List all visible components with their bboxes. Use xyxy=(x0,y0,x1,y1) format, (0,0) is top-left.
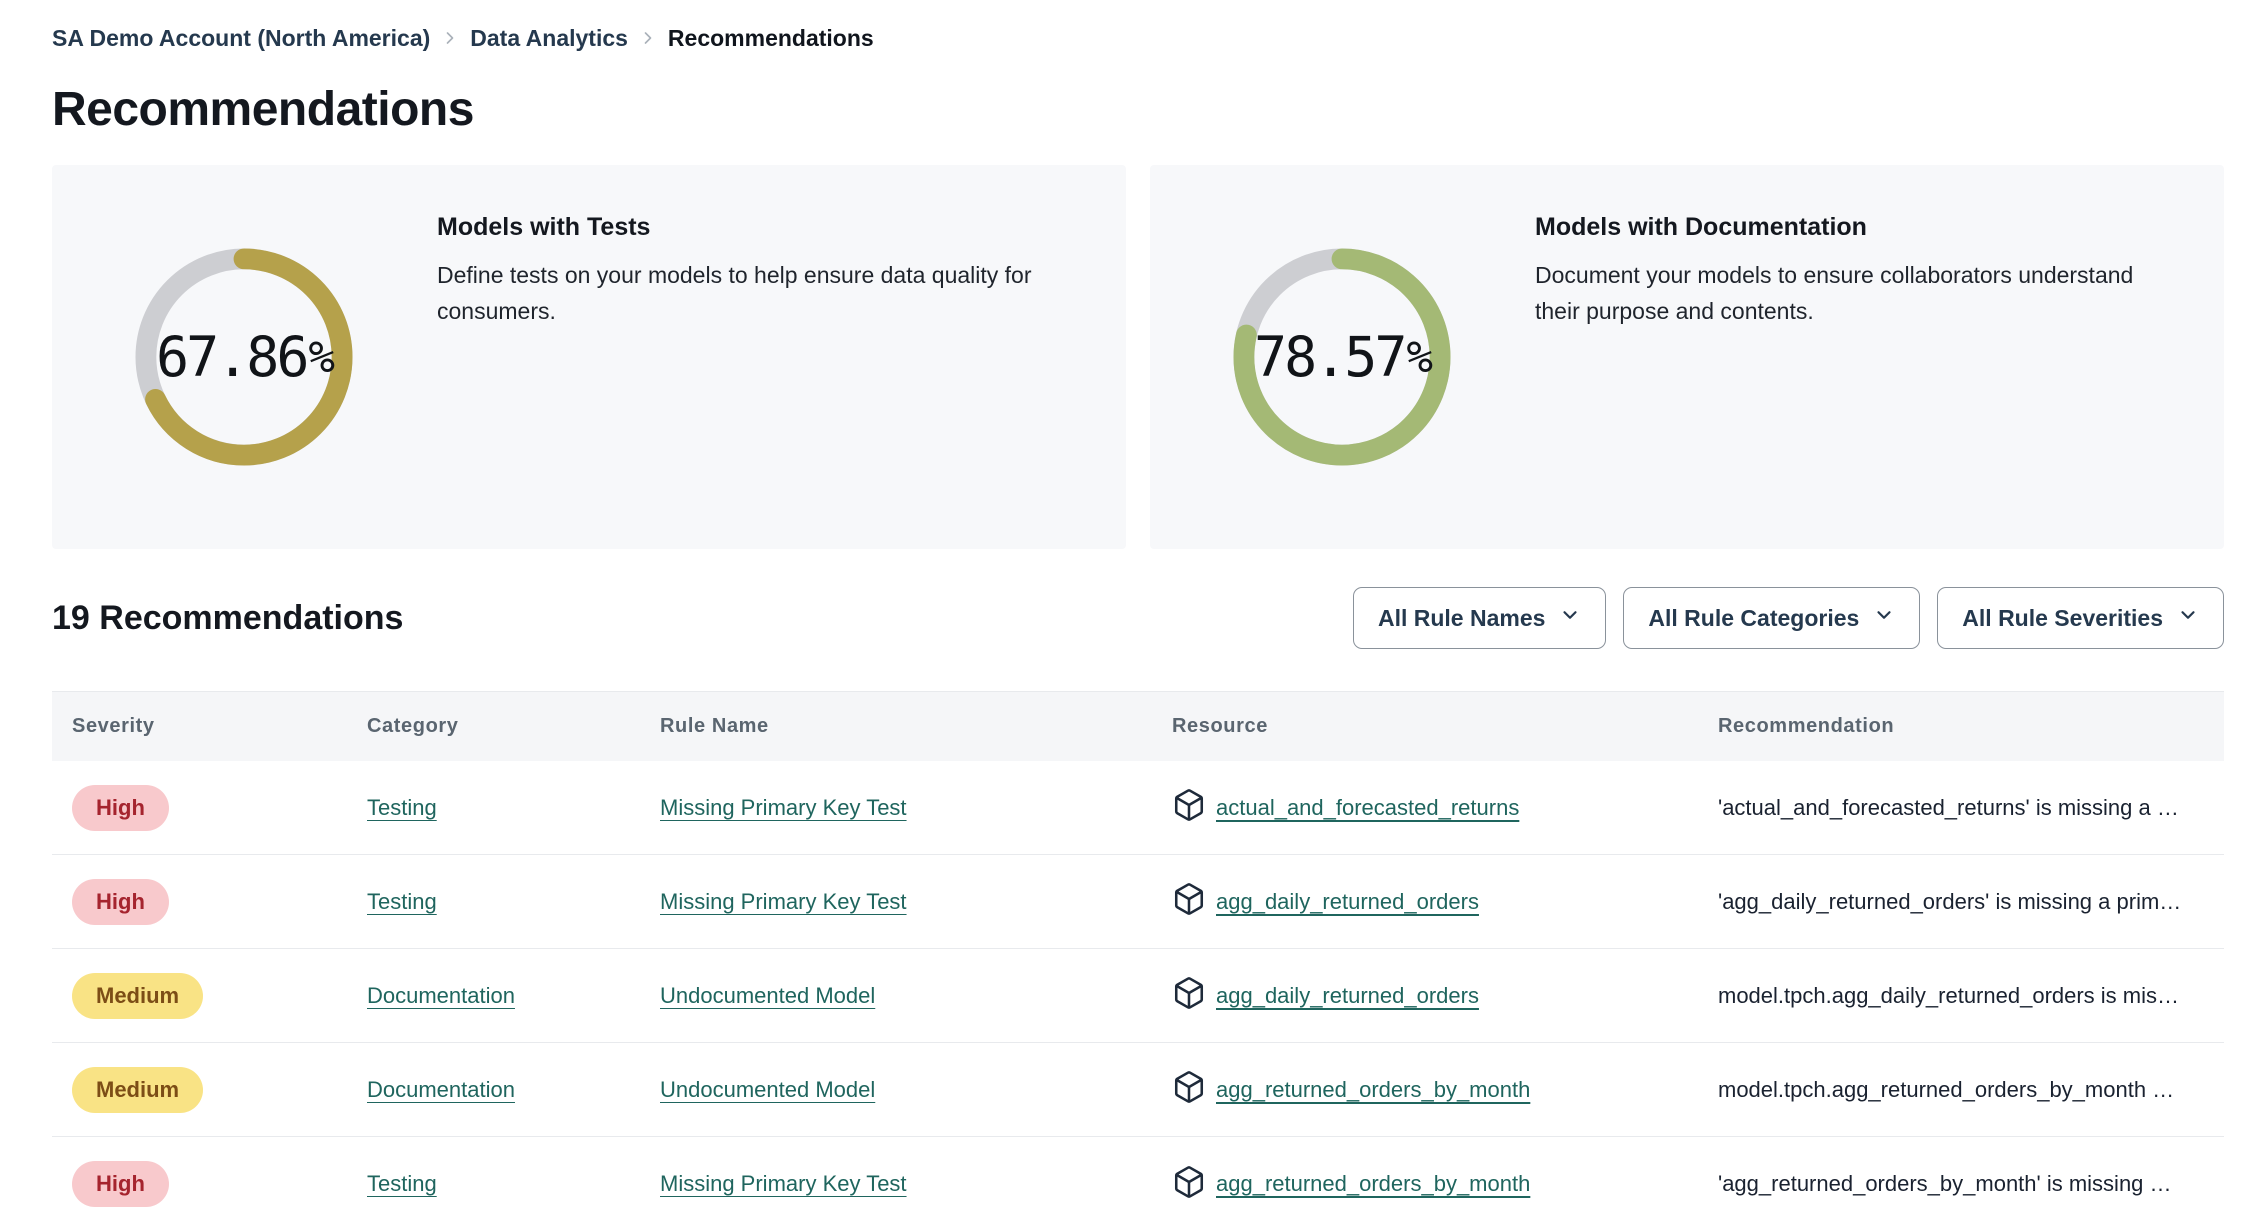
table-row: High Testing Missing Primary Key Test ac… xyxy=(52,761,2224,855)
rule-name-cell: Undocumented Model xyxy=(640,983,1152,1009)
model-cube-icon xyxy=(1172,1070,1206,1109)
severity-cell: Medium xyxy=(52,1066,347,1113)
table-row: Medium Documentation Undocumented Model … xyxy=(52,949,2224,1043)
severity-cell: Medium xyxy=(52,972,347,1019)
recommendation-cell: 'agg_daily_returned_orders' is missing a… xyxy=(1718,888,2182,914)
column-header-resource: Resource xyxy=(1172,715,1268,737)
category-link[interactable]: Testing xyxy=(367,1171,437,1196)
models-with-documentation-card: 78.57% Models with Documentation Documen… xyxy=(1150,165,2224,549)
resource-cell: agg_daily_returned_orders xyxy=(1152,882,1698,921)
severity-badge: Medium xyxy=(72,972,204,1019)
breadcrumb: SA Demo Account (North America) Data Ana… xyxy=(52,20,2224,56)
rule-names-filter-dropdown[interactable]: All Rule Names xyxy=(1352,587,1607,649)
docs-percent-label: 78.57% xyxy=(1253,325,1433,389)
severity-cell: High xyxy=(52,1161,347,1207)
recommendation-cell: 'agg_returned_orders_by_month' is missin… xyxy=(1718,1171,2172,1196)
chevron-down-icon xyxy=(1873,604,1895,632)
category-cell: Testing xyxy=(347,1171,640,1197)
page-title: Recommendations xyxy=(52,83,474,136)
category-link[interactable]: Testing xyxy=(367,795,437,820)
docs-card-title: Models with Documentation xyxy=(1535,213,1867,241)
rule-categories-filter-dropdown[interactable]: All Rule Categories xyxy=(1623,587,1921,649)
filter-bar: All Rule Names All Rule Categories All R… xyxy=(1352,587,2224,649)
chevron-down-icon xyxy=(1559,604,1581,632)
severity-badge: High xyxy=(72,784,169,831)
severity-badge: Medium xyxy=(72,1066,204,1113)
chevron-right-icon xyxy=(440,28,460,48)
breadcrumb-current: Recommendations xyxy=(667,24,874,51)
tests-donut-chart: 67.86% xyxy=(135,248,353,466)
metric-cards: 67.86% Models with Tests Define tests on… xyxy=(52,165,2224,549)
rule-name-link[interactable]: Undocumented Model xyxy=(660,983,875,1008)
severity-cell: High xyxy=(52,784,347,831)
category-link[interactable]: Documentation xyxy=(367,983,515,1008)
category-cell: Documentation xyxy=(347,1077,640,1103)
column-header-severity: Severity xyxy=(72,715,155,737)
breadcrumb-account-link[interactable]: SA Demo Account (North America) xyxy=(52,25,430,52)
resource-link[interactable]: agg_returned_orders_by_month xyxy=(1216,1077,1530,1103)
chevron-right-icon xyxy=(638,28,658,48)
recommendation-cell: model.tpch.agg_daily_returned_orders is … xyxy=(1718,982,2180,1008)
tests-card-text: Models with Tests Define tests on your m… xyxy=(437,165,1126,549)
recommendations-count-heading: 19 Recommendations xyxy=(52,598,404,637)
rule-name-cell: Missing Primary Key Test xyxy=(640,1171,1152,1197)
category-cell: Testing xyxy=(347,889,640,915)
resource-link[interactable]: agg_daily_returned_orders xyxy=(1216,889,1479,915)
filter-label: All Rule Names xyxy=(1377,604,1546,631)
table-header-row: Severity Category Rule Name Resource Rec… xyxy=(52,691,2224,761)
rule-name-link[interactable]: Undocumented Model xyxy=(660,1077,875,1102)
tests-card-description: Define tests on your models to help ensu… xyxy=(437,262,1032,324)
rule-severities-filter-dropdown[interactable]: All Rule Severities xyxy=(1937,587,2224,649)
rule-name-cell: Missing Primary Key Test xyxy=(640,795,1152,821)
recommendation-cell: 'actual_and_forecasted_returns' is missi… xyxy=(1718,794,2179,820)
tests-donut-zone: 67.86% xyxy=(52,165,437,549)
recommendation-cell: model.tpch.agg_returned_orders_by_month … xyxy=(1718,1076,2175,1102)
severity-badge: High xyxy=(72,878,169,925)
rule-name-link[interactable]: Missing Primary Key Test xyxy=(660,795,907,820)
category-cell: Testing xyxy=(347,795,640,821)
resource-link[interactable]: actual_and_forecasted_returns xyxy=(1216,795,1519,821)
resource-cell: agg_daily_returned_orders xyxy=(1152,976,1698,1015)
docs-card-text: Models with Documentation Document your … xyxy=(1535,165,2224,549)
filter-label: All Rule Severities xyxy=(1962,604,2163,631)
rule-name-link[interactable]: Missing Primary Key Test xyxy=(660,1171,907,1196)
tests-percent-label: 67.86% xyxy=(155,325,335,389)
column-header-rule-name: Rule Name xyxy=(660,715,769,737)
docs-donut-zone: 78.57% xyxy=(1150,165,1535,549)
list-header: 19 Recommendations All Rule Names All Ru… xyxy=(52,587,2224,649)
rule-name-cell: Missing Primary Key Test xyxy=(640,889,1152,915)
model-cube-icon xyxy=(1172,788,1206,827)
resource-link[interactable]: agg_returned_orders_by_month xyxy=(1216,1171,1530,1197)
models-with-tests-card: 67.86% Models with Tests Define tests on… xyxy=(52,165,1126,549)
docs-donut-chart: 78.57% xyxy=(1233,248,1451,466)
filter-label: All Rule Categories xyxy=(1648,604,1860,631)
tests-card-title: Models with Tests xyxy=(437,213,651,241)
category-link[interactable]: Testing xyxy=(367,889,437,914)
chevron-down-icon xyxy=(2177,604,2199,632)
recommendations-page: SA Demo Account (North America) Data Ana… xyxy=(0,0,2248,1220)
severity-badge: High xyxy=(72,1161,169,1207)
docs-card-description: Document your models to ensure collabora… xyxy=(1535,262,2134,324)
severity-cell: High xyxy=(52,878,347,925)
resource-cell: agg_returned_orders_by_month xyxy=(1152,1165,1698,1204)
rule-name-link[interactable]: Missing Primary Key Test xyxy=(660,889,907,914)
resource-link[interactable]: agg_daily_returned_orders xyxy=(1216,983,1479,1009)
column-header-category: Category xyxy=(367,715,459,737)
column-header-recommendation: Recommendation xyxy=(1718,715,1895,737)
model-cube-icon xyxy=(1172,1165,1206,1204)
category-cell: Documentation xyxy=(347,983,640,1009)
model-cube-icon xyxy=(1172,882,1206,921)
model-cube-icon xyxy=(1172,976,1206,1015)
breadcrumb-project-link[interactable]: Data Analytics xyxy=(470,25,628,52)
table-row: High Testing Missing Primary Key Test ag… xyxy=(52,855,2224,949)
resource-cell: agg_returned_orders_by_month xyxy=(1152,1070,1698,1109)
table-row: High Testing Missing Primary Key Test ag… xyxy=(52,1137,2224,1220)
rule-name-cell: Undocumented Model xyxy=(640,1077,1152,1103)
resource-cell: actual_and_forecasted_returns xyxy=(1152,788,1698,827)
category-link[interactable]: Documentation xyxy=(367,1077,515,1102)
table-row: Medium Documentation Undocumented Model … xyxy=(52,1043,2224,1137)
recommendations-table: Severity Category Rule Name Resource Rec… xyxy=(52,691,2224,1220)
